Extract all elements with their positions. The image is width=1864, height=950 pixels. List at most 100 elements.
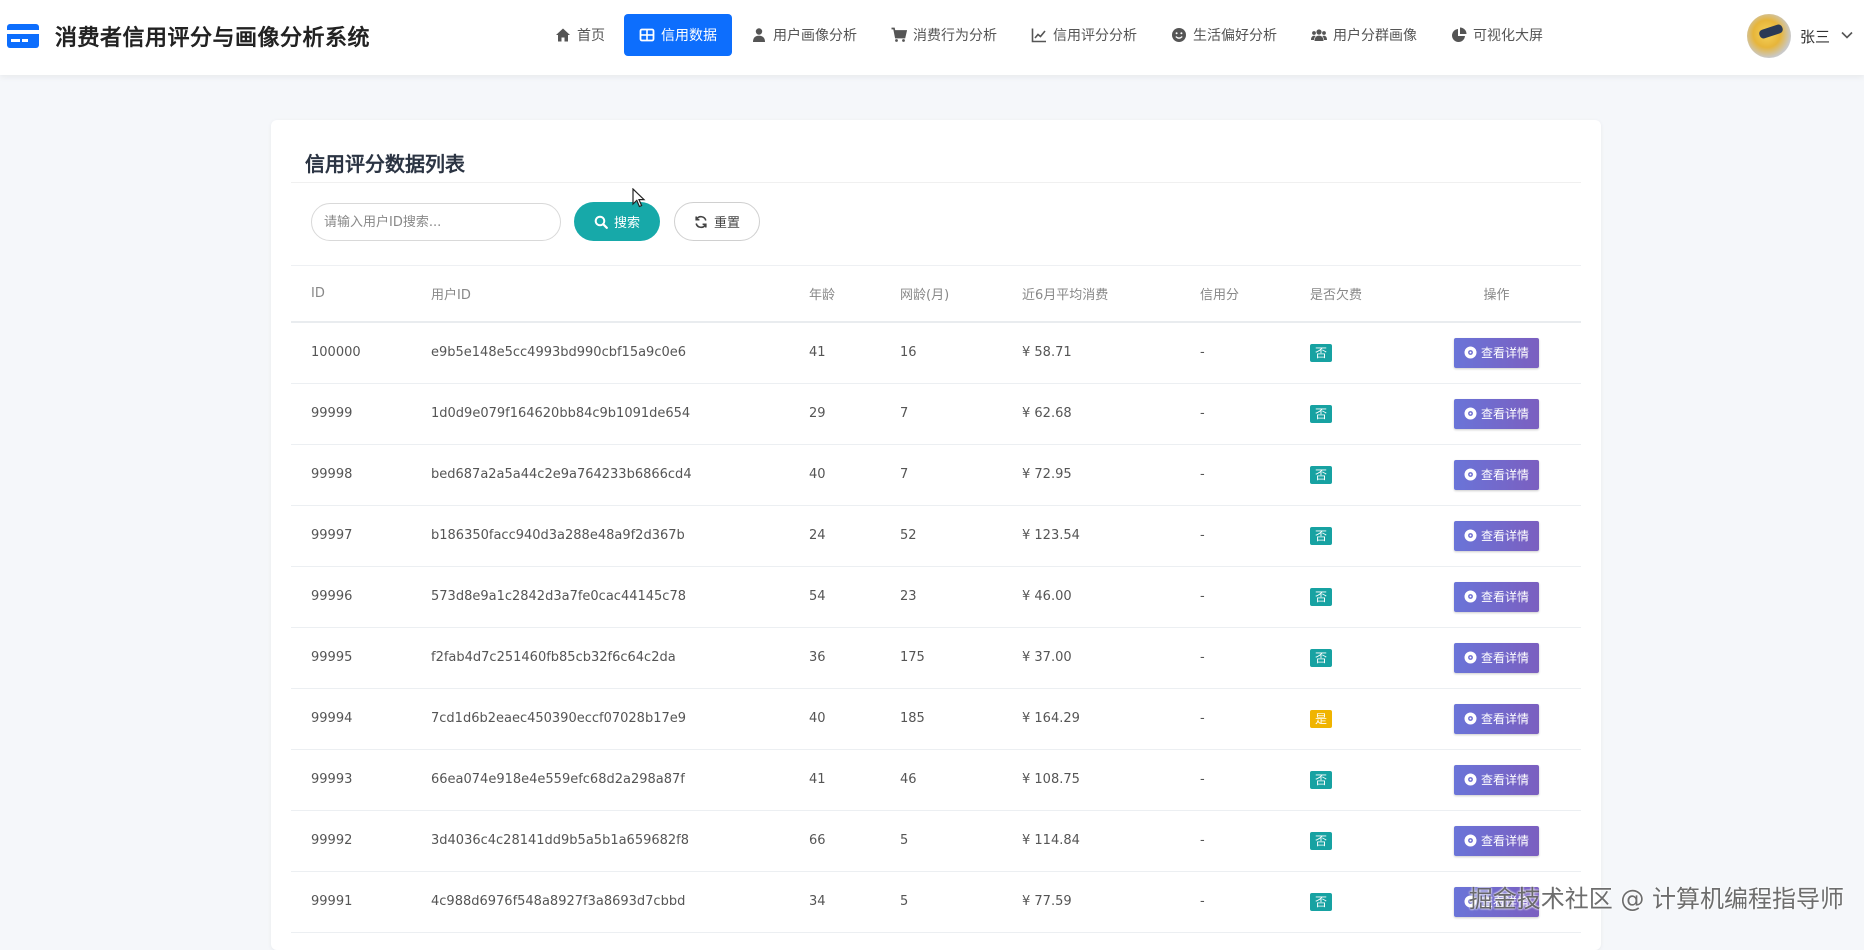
view-detail-label: 查看详情: [1481, 405, 1529, 422]
view-detail-label: 查看详情: [1481, 649, 1529, 666]
brand[interactable]: 消费者信用评分与画像分析系统: [7, 20, 370, 52]
eye-icon: [1464, 468, 1477, 481]
nav-item-consumption[interactable]: 消费行为分析: [876, 14, 1012, 56]
users-icon: [1311, 27, 1327, 43]
cell-avg-spend: ¥ 46.00: [1002, 566, 1180, 627]
cell-credit-score: -: [1180, 505, 1290, 566]
cell-user-id: 7cd1d6b2eaec450390eccf07028b17e9: [411, 688, 789, 749]
nav-item-credit-data[interactable]: 信用数据: [624, 14, 732, 56]
column-header-arrears: 是否欠费: [1290, 266, 1412, 322]
page-title: 信用评分数据列表: [305, 148, 465, 177]
status-badge: 否: [1310, 405, 1332, 423]
cell-net-age: 23: [880, 566, 1002, 627]
cell-id: 99997: [291, 505, 411, 566]
cell-actions: 查看详情: [1412, 749, 1581, 810]
view-detail-button[interactable]: 查看详情: [1454, 460, 1539, 490]
view-detail-button[interactable]: 查看详情: [1454, 399, 1539, 429]
credit-table: ID 用户ID 年龄 网龄(月) 近6月平均消费 信用分 是否欠费 操作 100…: [291, 265, 1581, 933]
cell-net-age: 5: [880, 871, 1002, 932]
table-row: 999991d0d9e079f164620bb84c9b1091de654297…: [291, 383, 1581, 444]
cell-credit-score: -: [1180, 749, 1290, 810]
column-header-avg-spend: 近6月平均消费: [1002, 266, 1180, 322]
view-detail-label: 查看详情: [1481, 832, 1529, 849]
cell-id: 99991: [291, 871, 411, 932]
cell-avg-spend: ¥ 114.84: [1002, 810, 1180, 871]
view-detail-button[interactable]: 查看详情: [1454, 338, 1539, 368]
status-badge: 否: [1310, 649, 1332, 667]
cell-id: 99995: [291, 627, 411, 688]
cell-arrears: 是: [1290, 688, 1412, 749]
nav-label: 生活偏好分析: [1193, 25, 1277, 45]
view-detail-button[interactable]: 查看详情: [1454, 765, 1539, 795]
nav-label: 消费行为分析: [913, 25, 997, 45]
search-button[interactable]: 搜索: [574, 202, 660, 241]
cell-age: 54: [789, 566, 880, 627]
column-header-actions: 操作: [1412, 266, 1581, 322]
cell-arrears: 否: [1290, 566, 1412, 627]
cell-actions: 查看详情: [1412, 566, 1581, 627]
avatar[interactable]: [1747, 14, 1791, 58]
cell-age: 41: [789, 749, 880, 810]
view-detail-button[interactable]: 查看详情: [1454, 521, 1539, 551]
table-row: 99995f2fab4d7c251460fb85cb32f6c64c2da361…: [291, 627, 1581, 688]
view-detail-label: 查看详情: [1481, 588, 1529, 605]
nav-label: 用户画像分析: [773, 25, 857, 45]
cell-age: 66: [789, 810, 880, 871]
nav-item-dashboard[interactable]: 可视化大屏: [1436, 14, 1558, 56]
cell-net-age: 175: [880, 627, 1002, 688]
table-row: 999914c988d6976f548a8927f3a8693d7cbbd345…: [291, 871, 1581, 932]
cell-user-id: 1d0d9e079f164620bb84c9b1091de654: [411, 383, 789, 444]
cell-user-id: 3d4036c4c28141dd9b5a5b1a659682f8: [411, 810, 789, 871]
chevron-down-icon[interactable]: [1840, 27, 1854, 46]
view-detail-button[interactable]: 查看详情: [1454, 826, 1539, 856]
view-detail-button[interactable]: 查看详情: [1454, 643, 1539, 673]
cell-id: 100000: [291, 322, 411, 383]
cell-credit-score: -: [1180, 383, 1290, 444]
nav-item-home[interactable]: 首页: [540, 14, 620, 56]
cell-arrears: 否: [1290, 627, 1412, 688]
nav-item-lifestyle[interactable]: 生活偏好分析: [1156, 14, 1292, 56]
user-icon: [751, 27, 767, 43]
nav-label: 首页: [577, 25, 605, 45]
watermark: 掘金技术社区 @ 计算机编程指导师: [1469, 879, 1844, 914]
status-badge: 否: [1310, 344, 1332, 362]
cell-credit-score: -: [1180, 871, 1290, 932]
cell-actions: 查看详情: [1412, 383, 1581, 444]
status-badge: 是: [1310, 710, 1332, 728]
eye-icon: [1464, 773, 1477, 786]
cell-user-id: bed687a2a5a44c2e9a764233b6866cd4: [411, 444, 789, 505]
cell-avg-spend: ¥ 108.75: [1002, 749, 1180, 810]
nav-item-credit-analysis[interactable]: 信用评分分析: [1016, 14, 1152, 56]
cell-net-age: 7: [880, 383, 1002, 444]
line-chart-icon: [1031, 27, 1047, 43]
search-input[interactable]: [311, 203, 561, 241]
credit-data-card: 信用评分数据列表 搜索 重置 ID 用户ID 年龄 网龄(月) 近6月平均消费 …: [271, 120, 1601, 950]
cell-age: 36: [789, 627, 880, 688]
cell-arrears: 否: [1290, 871, 1412, 932]
view-detail-button[interactable]: 查看详情: [1454, 704, 1539, 734]
main-nav: 首页 信用数据 用户画像分析 消费行为分析 信用评分分析 生活偏好分析 用户分群…: [540, 14, 1562, 56]
view-detail-button[interactable]: 查看详情: [1454, 582, 1539, 612]
refresh-icon: [694, 215, 708, 229]
nav-item-user-segments[interactable]: 用户分群画像: [1296, 14, 1432, 56]
eye-icon: [1464, 712, 1477, 725]
status-badge: 否: [1310, 832, 1332, 850]
cell-credit-score: -: [1180, 444, 1290, 505]
table-row: 99996573d8e9a1c2842d3a7fe0cac44145c78542…: [291, 566, 1581, 627]
cell-age: 40: [789, 444, 880, 505]
cell-id: 99994: [291, 688, 411, 749]
cell-age: 40: [789, 688, 880, 749]
reset-button[interactable]: 重置: [674, 202, 760, 241]
eye-icon: [1464, 407, 1477, 420]
table-row: 99997b186350facc940d3a288e48a9f2d367b245…: [291, 505, 1581, 566]
cell-avg-spend: ¥ 164.29: [1002, 688, 1180, 749]
cell-avg-spend: ¥ 62.68: [1002, 383, 1180, 444]
nav-item-user-profile[interactable]: 用户画像分析: [736, 14, 872, 56]
cell-actions: 查看详情: [1412, 322, 1581, 383]
nav-label: 信用评分分析: [1053, 25, 1137, 45]
smile-icon: [1171, 27, 1187, 43]
table-row: 100000e9b5e148e5cc4993bd990cbf15a9c0e641…: [291, 322, 1581, 383]
table-icon: [639, 27, 655, 43]
user-menu[interactable]: 张三: [1747, 14, 1854, 58]
cell-age: 34: [789, 871, 880, 932]
